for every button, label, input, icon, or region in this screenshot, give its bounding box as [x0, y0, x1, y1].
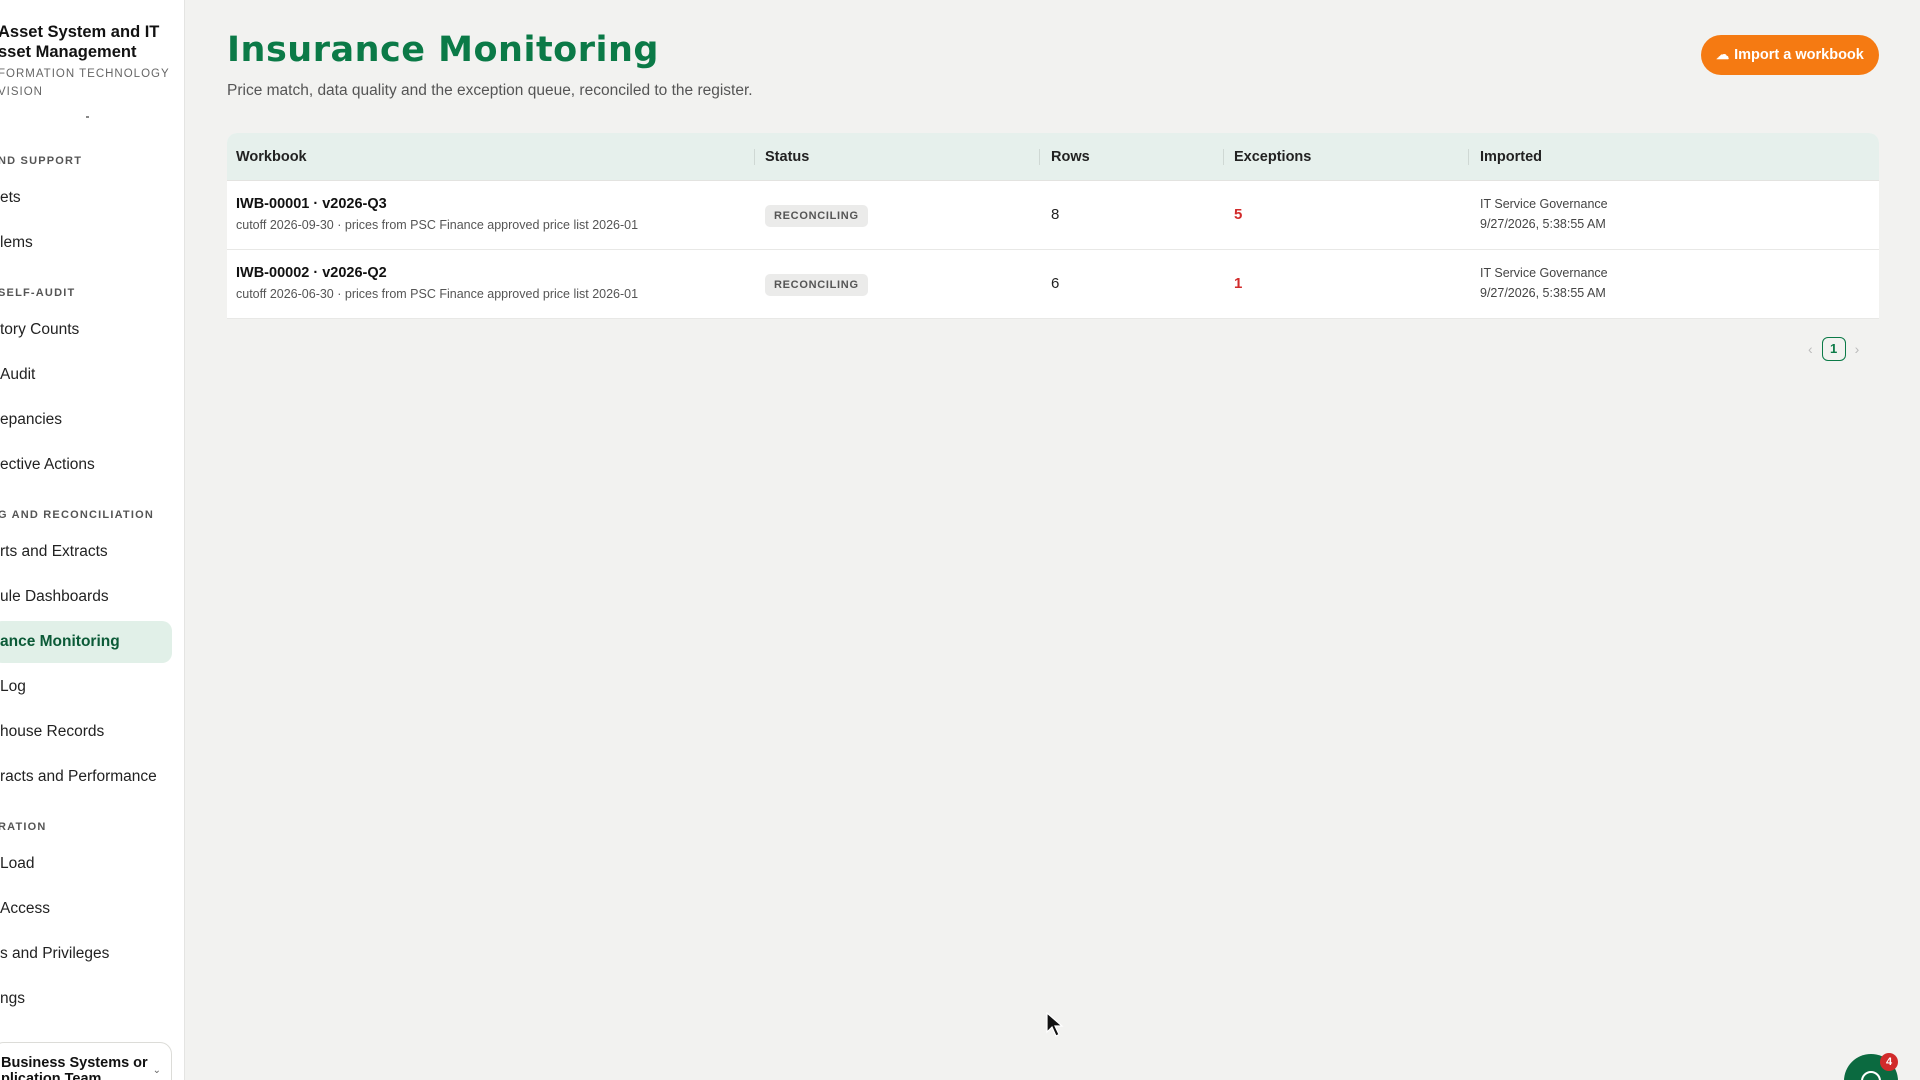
imported-by: IT Service Governance — [1480, 266, 1608, 280]
sidebar: Asset System and IT sset Management FORM… — [0, 0, 185, 1080]
sidebar-item-inventory-counts[interactable]: tory Counts — [0, 309, 172, 351]
table-header: Workbook Status Rows Exceptions Imported — [227, 133, 1879, 181]
column-divider — [1223, 149, 1224, 165]
column-header-rows[interactable]: Rows — [1051, 133, 1090, 181]
imported-by: IT Service Governance — [1480, 197, 1608, 211]
exceptions-count[interactable]: 5 — [1234, 206, 1242, 223]
column-divider — [1039, 149, 1040, 165]
workbook-detail: cutoff 2026-06-30 · prices from PSC Fina… — [236, 287, 639, 301]
sidebar-item-settings[interactable]: ngs — [0, 978, 172, 1020]
chat-notification-badge: 4 — [1880, 1053, 1898, 1071]
status-badge: RECONCILING — [765, 205, 868, 227]
chat-icon — [1861, 1071, 1881, 1080]
sidebar-item-discrepancies[interactable]: epancies — [0, 399, 172, 441]
workbook-name[interactable]: IWB-00001 · v2026-Q3 — [236, 196, 387, 212]
column-divider — [754, 149, 755, 165]
sidebar-item-insurance-monitoring[interactable]: ance Monitoring — [0, 621, 172, 663]
brand-subtitle-line2: VISION — [0, 86, 43, 98]
cloud-upload-icon: ☁ — [1716, 47, 1730, 62]
sidebar-item-warehouse-records[interactable]: house Records — [0, 711, 172, 753]
sidebar-item-reports-extracts[interactable]: rts and Extracts — [0, 531, 172, 573]
imported-at: 9/27/2026, 5:38:55 AM — [1480, 217, 1606, 231]
pagination: ‹ 1 › — [1808, 337, 1859, 361]
workbooks-table: Workbook Status Rows Exceptions Imported… — [227, 133, 1879, 319]
sidebar-section-self-audit: SELF-AUDIT — [0, 287, 76, 299]
sidebar-item-log[interactable]: Log — [0, 666, 172, 708]
mouse-cursor-icon — [1046, 1012, 1064, 1037]
sidebar-item-audit[interactable]: Audit — [0, 354, 172, 396]
rows-count: 6 — [1051, 275, 1060, 292]
table-row[interactable]: IWB-00002 · v2026-Q2 cutoff 2026-06-30 ·… — [227, 250, 1879, 319]
chevron-down-icon: ⌄ — [152, 1065, 161, 1076]
team-name-line2: plication Team — [1, 1071, 102, 1080]
brand-subtitle-line1: FORMATION TECHNOLOGY — [0, 68, 170, 80]
rows-count: 8 — [1051, 206, 1060, 223]
sidebar-item-load[interactable]: Load — [0, 843, 172, 885]
column-divider — [1468, 149, 1469, 165]
imported-at: 9/27/2026, 5:38:55 AM — [1480, 286, 1606, 300]
sidebar-section-reconciliation: G AND RECONCILIATION — [0, 509, 154, 521]
workbook-detail: cutoff 2026-09-30 · prices from PSC Fina… — [236, 218, 639, 232]
page-number-current[interactable]: 1 — [1821, 337, 1846, 361]
brand[interactable]: Asset System and IT sset Management FORM… — [0, 22, 183, 101]
table-row[interactable]: IWB-00001 · v2026-Q3 cutoff 2026-09-30 ·… — [227, 181, 1879, 250]
team-name-line1: Business Systems or — [1, 1055, 148, 1071]
sidebar-item-contracts-performance[interactable]: racts and Performance — [0, 756, 172, 798]
column-header-imported[interactable]: Imported — [1480, 133, 1542, 181]
import-workbook-button[interactable]: ☁ Import a workbook — [1701, 35, 1879, 75]
import-workbook-label: Import a workbook — [1734, 47, 1864, 63]
sidebar-section-support: ND SUPPORT — [0, 155, 83, 167]
sidebar-item-access[interactable]: Access — [0, 888, 172, 930]
sidebar-item-tickets[interactable]: ets — [0, 177, 172, 219]
chevron-right-icon[interactable]: › — [1855, 341, 1860, 357]
status-badge: RECONCILING — [765, 274, 868, 296]
workbook-name[interactable]: IWB-00002 · v2026-Q2 — [236, 265, 387, 281]
exceptions-count[interactable]: 1 — [1234, 275, 1242, 292]
column-header-status[interactable]: Status — [765, 133, 809, 181]
team-switcher[interactable]: Business Systems or plication Team ⌄ — [0, 1042, 172, 1080]
chevron-left-icon[interactable]: ‹ — [1808, 341, 1813, 357]
sidebar-item-roles-privileges[interactable]: s and Privileges — [0, 933, 172, 975]
sidebar-section-administration: RATION — [0, 821, 47, 833]
sidebar-item-problems[interactable]: lems — [0, 222, 172, 264]
brand-title-line1: Asset System and IT — [0, 23, 160, 41]
brand-title-line2: sset Management — [0, 43, 137, 61]
sidebar-item-schedule-dashboards[interactable]: ule Dashboards — [0, 576, 172, 618]
column-header-exceptions[interactable]: Exceptions — [1234, 133, 1311, 181]
brand-divider-dot — [86, 116, 89, 118]
sidebar-item-corrective-actions[interactable]: ective Actions — [0, 444, 172, 486]
page-subtitle: Price match, data quality and the except… — [227, 82, 753, 99]
column-header-workbook[interactable]: Workbook — [236, 133, 307, 181]
page-title: Insurance Monitoring — [227, 30, 659, 70]
